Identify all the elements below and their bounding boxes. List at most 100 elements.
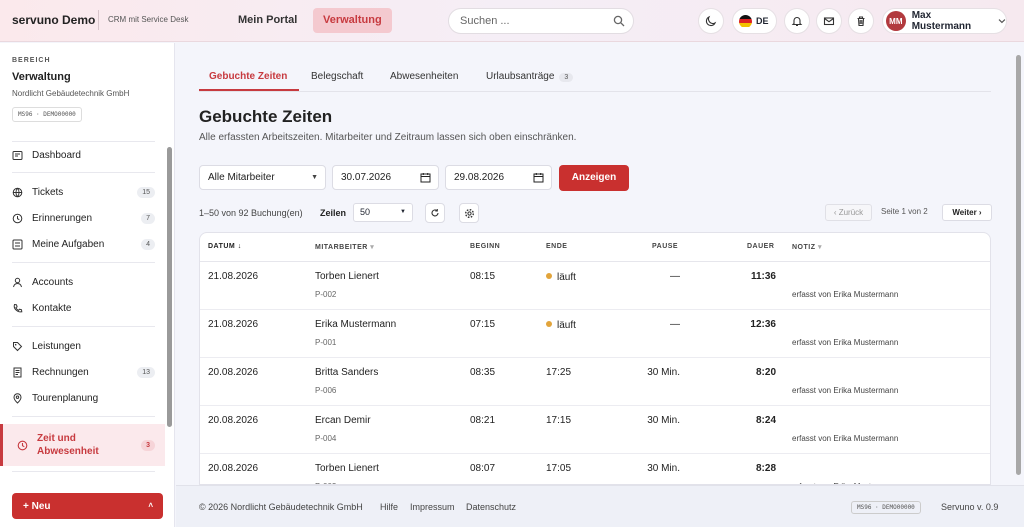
cell-note: erfasst von Erika Mustermann [792, 434, 899, 443]
cell-employee-name: Ercan Demir [315, 415, 371, 426]
divider [12, 172, 155, 173]
tab-urlaubsantraege[interactable]: Urlaubsanträge 3 [486, 71, 574, 82]
table-row[interactable]: 20.08.2026 Britta Sanders P-006 08:35 17:25 3… [200, 358, 990, 406]
tab-gebuchte-zeiten[interactable]: Gebuchte Zeiten [209, 71, 287, 82]
column-header-employee[interactable]: MITARBEITER ▾ [315, 243, 374, 251]
date-to-input[interactable]: 29.08.2026 [445, 165, 552, 190]
pagination-prev-button[interactable]: ‹ Zurück [825, 204, 872, 221]
tab-abwesenheiten[interactable]: Abwesenheiten [390, 71, 458, 82]
sidebar-item-zeit-und-abwesenheit[interactable]: Zeit und Abwesenheit 3 [0, 424, 165, 466]
chevron-down-icon [998, 19, 1006, 24]
brand-name[interactable]: servuno Demo [12, 13, 95, 27]
footer-link-help[interactable]: Hilfe [380, 502, 398, 512]
cell-end: läuft [546, 320, 576, 331]
table-row[interactable]: 20.08.2026Torben LienertP-00208:0717:053… [200, 454, 990, 484]
sidebar-item-rechnungen[interactable]: Rechnungen 13 [12, 360, 155, 384]
language-switcher[interactable]: DE [732, 8, 777, 34]
cell-employee-id: P-004 [315, 434, 337, 443]
sidebar-item-label: Dashboard [32, 149, 81, 161]
cell-date: 20.08.2026 [208, 367, 259, 378]
invoice-icon [13, 367, 22, 377]
cell-date: 21.08.2026 [208, 319, 259, 330]
avatar: MM [886, 11, 906, 31]
cell-start: 08:35 [470, 367, 496, 378]
cell-pause: 30 Min. [647, 367, 680, 378]
column-header-date[interactable]: DATUM ↓ [208, 243, 242, 250]
tenant-code: MS96 · DEMO00000 [12, 107, 82, 122]
table-header: DATUM ↓ MITARBEITER ▾ BEGINN ENDE PAUSE … [200, 233, 990, 262]
trash-button[interactable] [848, 8, 874, 34]
phone-icon [13, 303, 23, 312]
dashboard-icon [12, 150, 23, 160]
bell-icon [791, 17, 803, 27]
user-menu[interactable]: MM Max Mustermann [882, 8, 1007, 34]
filter-icon: ▾ [817, 244, 822, 251]
sidebar-item-dashboard[interactable]: Dashboard [12, 143, 155, 167]
cell-duration: 12:36 [750, 319, 776, 330]
theme-toggle-button[interactable] [698, 8, 724, 34]
search-input[interactable]: Suchen ... [448, 8, 634, 34]
column-header-label: NOTIZ [792, 244, 816, 251]
cell-employee-id: P-006 [315, 386, 337, 395]
show-button[interactable]: Anzeigen [559, 165, 629, 191]
rows-per-page-select[interactable]: 50 ▼ [353, 203, 413, 222]
sidebar-item-tourenplanung[interactable]: Tourenplanung [12, 386, 155, 410]
sidebar-item-label: Erinnerungen [32, 212, 93, 224]
cell-pause: 30 Min. [647, 415, 680, 426]
sidebar-item-tickets[interactable]: Tickets 15 [12, 180, 155, 204]
messages-button[interactable] [816, 8, 842, 34]
settings-button[interactable] [459, 203, 479, 223]
column-header-label: MITARBEITER [315, 244, 368, 251]
top-bar: servuno Demo CRM mit Service Desk Mein P… [0, 0, 1024, 42]
cell-pause: — [670, 271, 680, 282]
table-row[interactable]: 21.08.2026 Erika Mustermann P-001 07:15 läuf… [200, 310, 990, 358]
count-badge: 3 [559, 73, 574, 82]
pagination-info: Seite 1 von 2 [881, 207, 928, 216]
divider [12, 416, 155, 417]
page-title: Gebuchte Zeiten [199, 107, 333, 126]
date-to-value: 29.08.2026 [454, 172, 505, 183]
tab-belegschaft[interactable]: Belegschaft [311, 71, 363, 82]
trash-icon [857, 16, 865, 27]
cell-note: erfasst von Erika Mustermann [792, 386, 899, 395]
cell-employee-name: Torben Lienert [315, 271, 379, 282]
new-button[interactable]: + Neu ˄ [12, 493, 163, 519]
main-scrollbar[interactable] [1016, 55, 1021, 475]
notifications-button[interactable] [784, 8, 810, 34]
column-header-note[interactable]: NOTIZ ▾ [792, 243, 822, 251]
sidebar-item-kontakte[interactable]: Kontakte [12, 296, 155, 320]
clock-icon [17, 440, 28, 450]
nav-verwaltung[interactable]: Verwaltung [313, 8, 392, 33]
table-row[interactable]: 20.08.2026 Ercan Demir P-004 08:21 17:15 30 M… [200, 406, 990, 454]
cell-start: 07:15 [470, 319, 496, 330]
running-status-dot [546, 273, 552, 279]
sidebar-item-leistungen[interactable]: Leistungen [12, 334, 155, 358]
cell-start: 08:21 [470, 415, 496, 426]
column-header-pause: PAUSE [652, 243, 679, 250]
sidebar-title: Verwaltung [12, 71, 71, 83]
sidebar-item-erinnerungen[interactable]: Erinnerungen 7 [12, 206, 155, 230]
sidebar-item-label: Tickets [32, 186, 64, 198]
rows-label: Zeilen [320, 208, 347, 218]
employee-select[interactable]: Alle Mitarbeiter ▼ [199, 165, 326, 190]
sidebar-item-meine-aufgaben[interactable]: Meine Aufgaben 4 [12, 232, 155, 256]
sidebar-item-accounts[interactable]: Accounts [12, 270, 155, 294]
sidebar-item-label: Rechnungen [32, 366, 89, 378]
tab-label: Urlaubsanträge [486, 71, 555, 82]
date-from-input[interactable]: 30.07.2026 [332, 165, 439, 190]
cell-date: 20.08.2026 [208, 415, 259, 426]
cell-duration: 8:20 [755, 367, 776, 378]
column-header-start: BEGINN [470, 243, 501, 250]
pagination-next-button[interactable]: Weiter › [942, 204, 992, 221]
footer-link-imprint[interactable]: Impressum [410, 502, 455, 512]
sidebar-section-label: BEREICH [12, 57, 51, 64]
nav-mein-portal[interactable]: Mein Portal [228, 8, 307, 33]
table-row[interactable]: 21.08.2026 Torben Lienert P-002 08:15 läuft —… [200, 262, 990, 310]
date-from-value: 30.07.2026 [341, 172, 392, 183]
export-button[interactable] [425, 203, 445, 223]
sidebar-item-label: Meine Aufgaben [32, 238, 105, 250]
sidebar-item-label: Leistungen [32, 340, 81, 352]
footer-link-privacy[interactable]: Datenschutz [466, 502, 516, 512]
clock-icon [12, 213, 23, 223]
sidebar-scrollbar[interactable] [167, 147, 172, 427]
